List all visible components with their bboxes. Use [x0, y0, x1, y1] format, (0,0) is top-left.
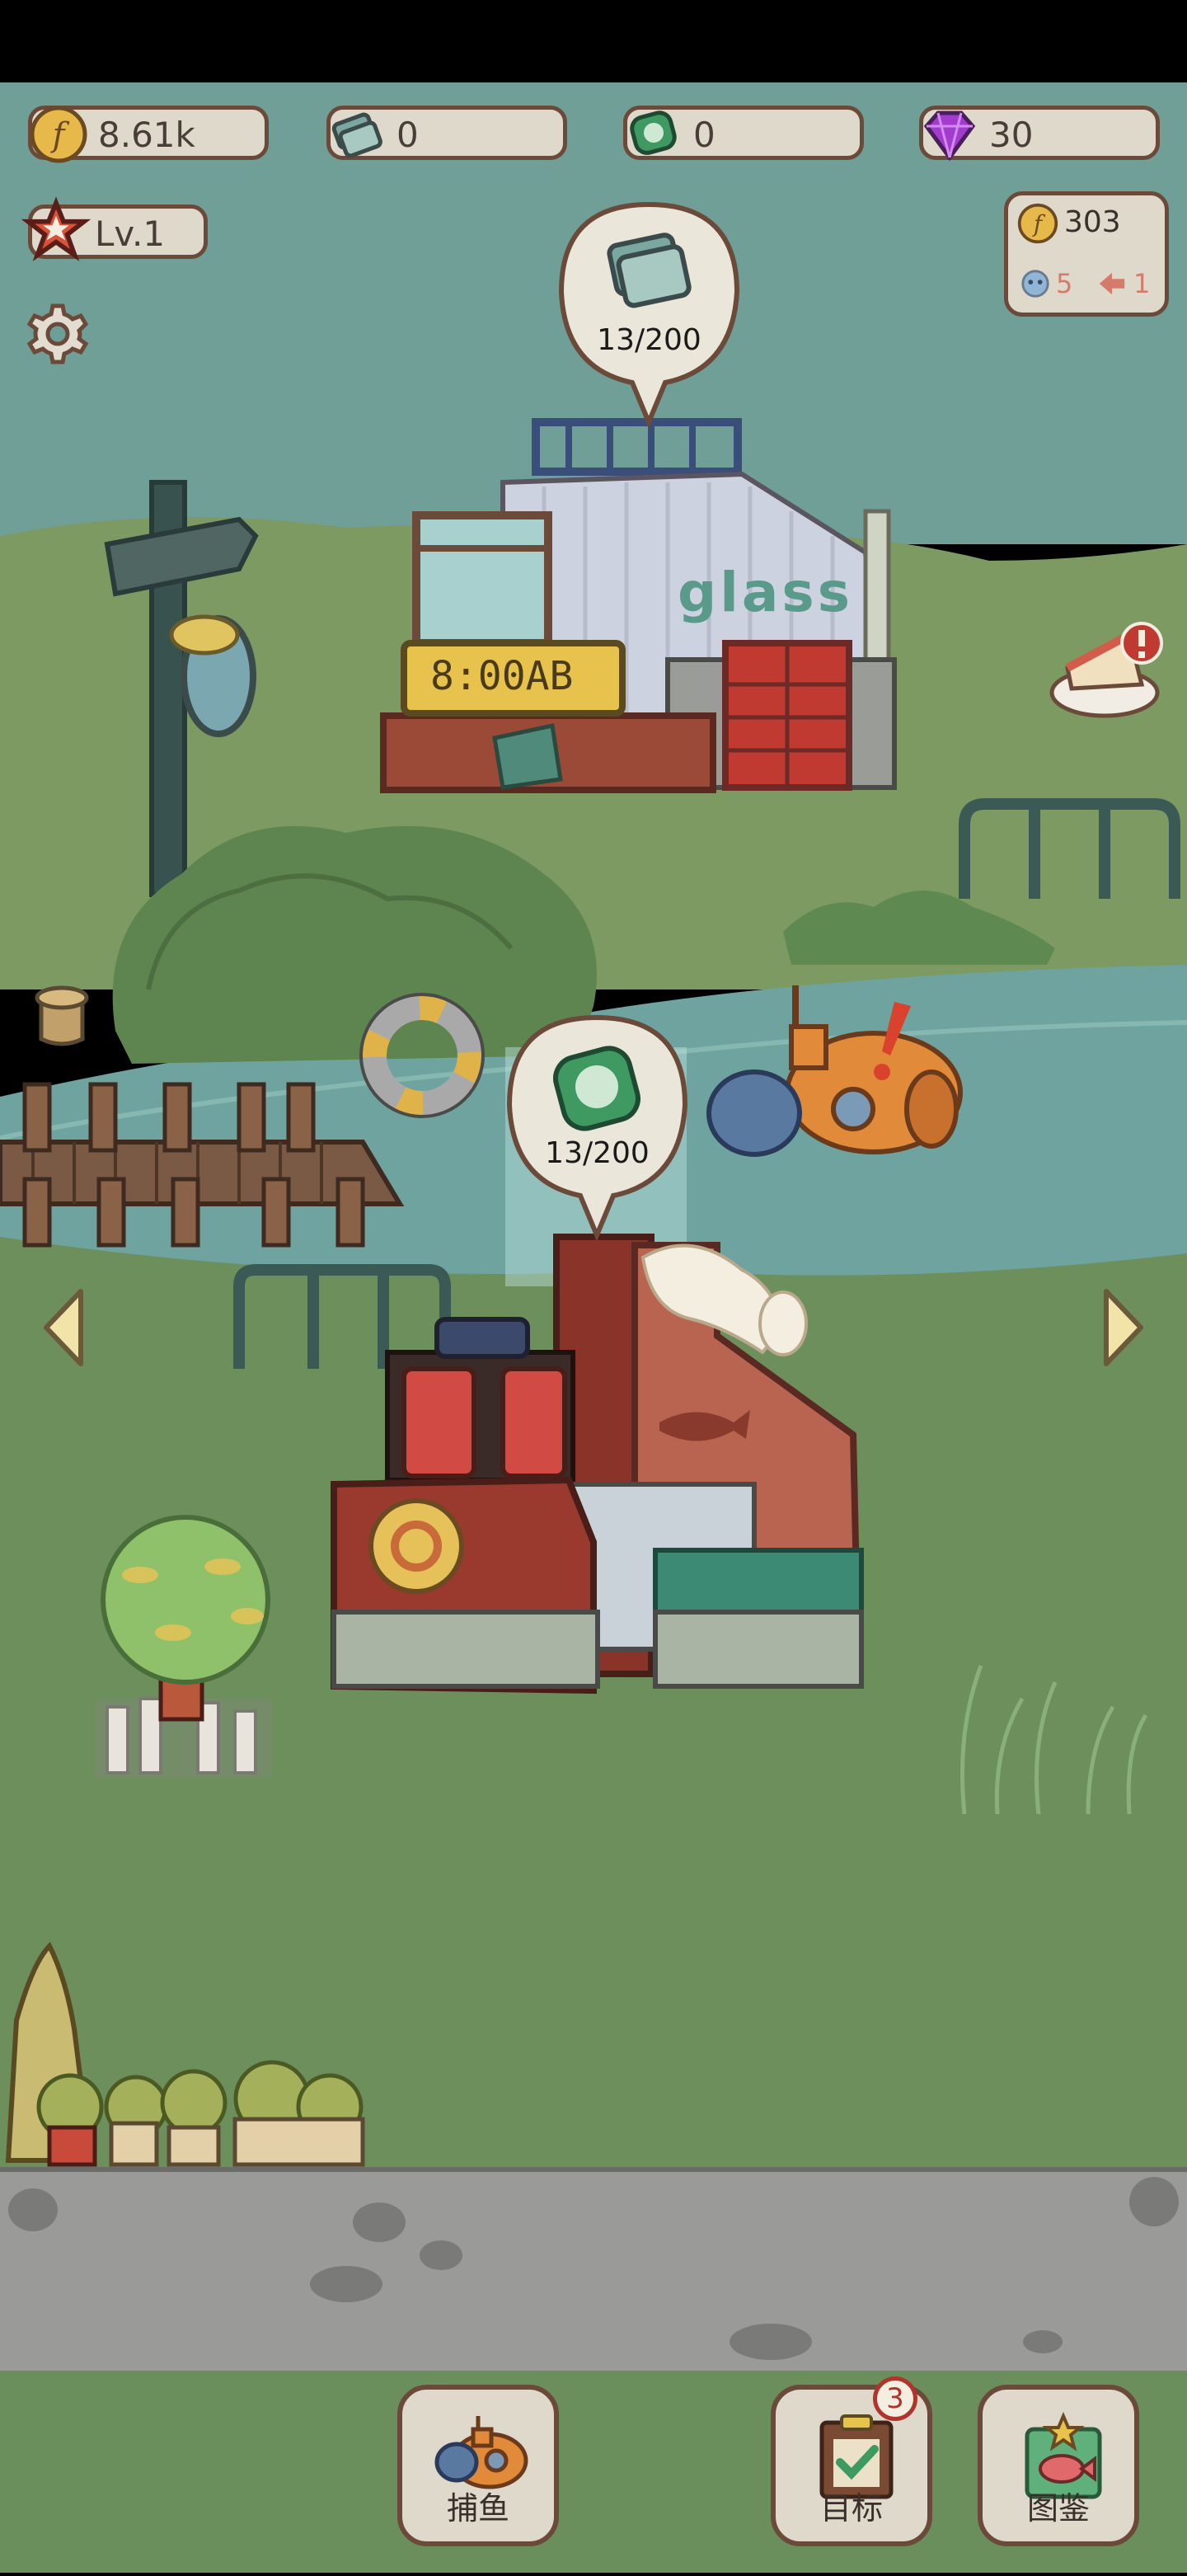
earnings-card[interactable]: f 303 5 1 — [1004, 191, 1169, 317]
scroll-left-arrow-icon[interactable] — [38, 1286, 87, 1369]
glass-value: 0 — [396, 115, 419, 155]
glass-progress-text: 13/200 — [597, 323, 701, 357]
glass-icon — [331, 112, 382, 158]
scroll-right-arrow-icon[interactable] — [1100, 1286, 1149, 1369]
glass-counter[interactable]: 0 — [326, 106, 567, 160]
coins-counter[interactable]: f 8.61k — [28, 106, 269, 163]
glass-factory-sign: glass — [678, 561, 853, 624]
goals-notification-badge: 3 — [873, 2376, 917, 2421]
level-badge[interactable]: Lv.1 — [21, 196, 208, 261]
glass-factory-clock: 8:00AB — [430, 653, 574, 699]
fish-count-value: 5 — [1056, 268, 1073, 299]
glass-factory-progress-bubble[interactable]: 13/200 — [556, 200, 742, 430]
fishing-label: 捕鱼 — [446, 2490, 509, 2527]
coins-value: 8.61k — [98, 115, 195, 155]
plastic-value: 0 — [693, 115, 715, 155]
fish-icon — [1021, 270, 1049, 298]
goals-label: 目标 — [819, 2490, 883, 2527]
gems-counter[interactable]: 30 — [919, 106, 1160, 162]
speech-bubble — [506, 1014, 688, 1242]
plastic-icon — [630, 110, 677, 155]
gem-icon — [923, 110, 976, 162]
collection-label: 图鉴 — [1026, 2490, 1090, 2527]
speed-icon — [1099, 272, 1125, 295]
coin-icon: f — [30, 106, 87, 163]
plastic-progress-text: 13/200 — [545, 1136, 650, 1170]
speech-bubble — [558, 201, 740, 429]
plastic-factory-progress-bubble[interactable]: 13/200 — [504, 1013, 690, 1243]
settings-gear-icon[interactable] — [25, 301, 91, 367]
collection-button[interactable]: 图鉴 — [978, 2385, 1139, 2546]
level-value: Lv.1 — [95, 214, 166, 254]
fishing-button[interactable]: 捕鱼 — [397, 2385, 559, 2546]
plastic-counter[interactable]: 0 — [623, 106, 864, 160]
gems-value: 30 — [989, 115, 1034, 155]
earnings-coins-value: 303 — [1064, 205, 1121, 239]
coin-icon: f — [1017, 203, 1058, 244]
star-icon — [21, 196, 91, 261]
speed-value: 1 — [1133, 268, 1151, 299]
